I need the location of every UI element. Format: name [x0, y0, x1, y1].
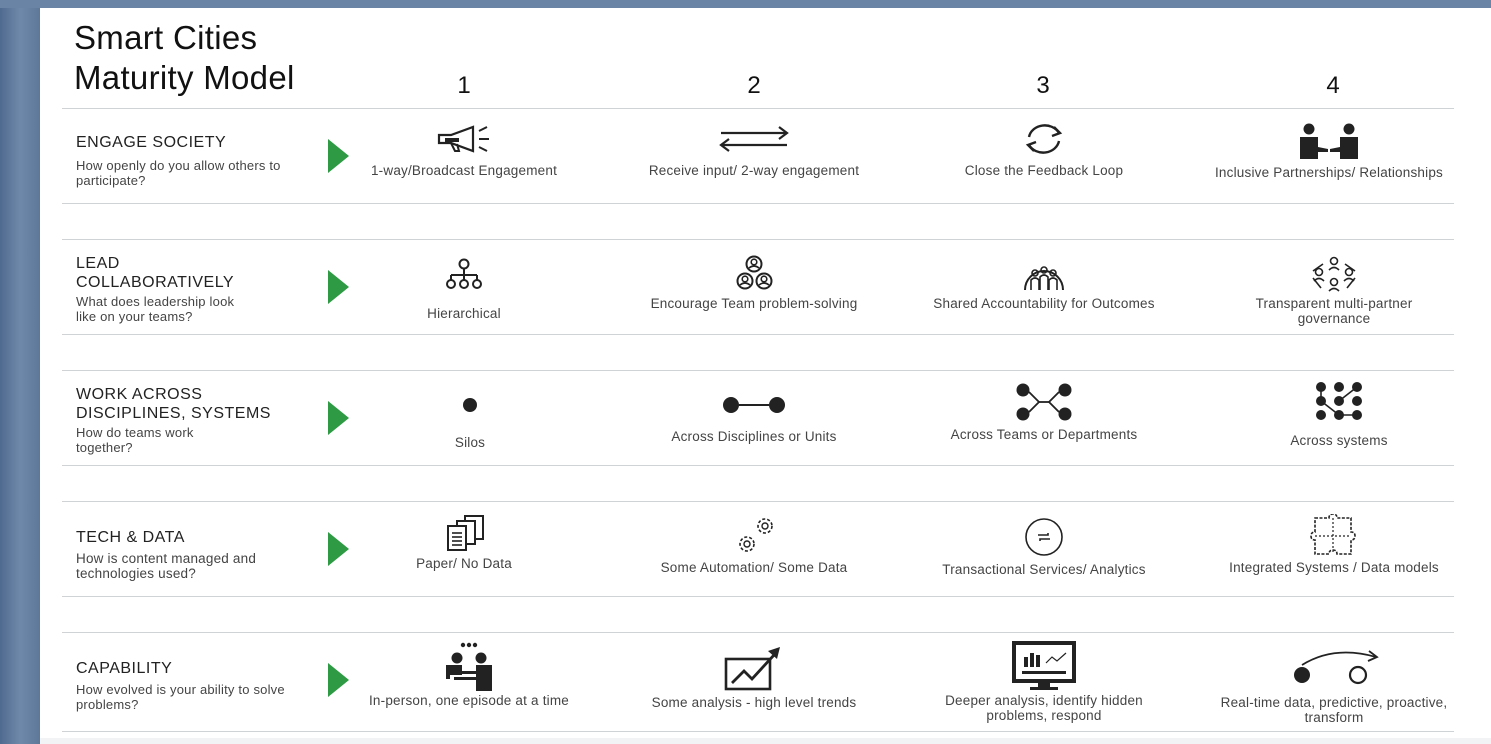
trend-chart-icon: [724, 647, 780, 691]
circle-transaction-icon: [1025, 518, 1063, 556]
cell-label: Some Automation/ Some Data: [660, 560, 848, 575]
title-line-2: Maturity Model: [74, 59, 295, 96]
row-question: How openly do you allow others to partic…: [76, 158, 281, 188]
cell-label: Encourage Team problem-solving: [650, 296, 858, 311]
row-lead-collaboratively: LEAD COLLABORATIVELY What does leadershi…: [62, 239, 1454, 335]
handshake-people-icon: [1300, 123, 1358, 159]
dot-arc-arrow-icon: [1294, 650, 1379, 685]
cell-label: Integrated Systems / Data models: [1229, 560, 1439, 575]
two-dots-icon: [723, 397, 785, 413]
single-dot-icon: [463, 398, 477, 412]
bottom-strip: [40, 738, 1491, 744]
row-question: What does leadership look like on your t…: [76, 294, 235, 324]
row-engage-society: ENGAGE SOCIETY How openly do you allow o…: [62, 108, 1454, 204]
four-dots-cross-icon: [1016, 383, 1072, 421]
row-question: How evolved is your ability to solve pro…: [76, 682, 285, 712]
cell-label: Across Teams or Departments: [950, 427, 1138, 442]
cell-label: Shared Accountability for Outcomes: [933, 296, 1155, 311]
green-arrow-icon: [328, 139, 349, 173]
cell-label: Paper/ No Data: [416, 556, 512, 571]
cell-level-4: Real-time data, predictive, proactive, t…: [1219, 643, 1449, 725]
row-header: ENGAGE SOCIETY How openly do you allow o…: [76, 133, 316, 188]
row-title: ENGAGE SOCIETY: [76, 134, 227, 151]
row-question: How do teams work together?: [76, 425, 194, 455]
cell-label: Deeper analysis, identify hidden problem…: [945, 693, 1143, 723]
cell-level-3: Close the Feedback Loop: [929, 121, 1159, 178]
team-group-icon: [736, 255, 773, 290]
level-4-header: 4: [1326, 72, 1340, 99]
row-header: CAPABILITY How evolved is your ability t…: [76, 659, 316, 712]
row-work-across-disciplines: WORK ACROSS DISCIPLINES, SYSTEMS How do …: [62, 370, 1454, 466]
green-arrow-icon: [328, 532, 349, 566]
dot-network-icon: [1316, 382, 1362, 420]
cell-level-4: Across systems: [1224, 381, 1454, 448]
cell-label: Some analysis - high level trends: [651, 695, 857, 710]
cell-level-2: Receive input/ 2-way engagement: [639, 121, 869, 178]
two-way-arrows-icon: [719, 126, 789, 152]
cell-level-4: Integrated Systems / Data models: [1219, 514, 1449, 575]
cell-label: 1-way/Broadcast Engagement: [370, 163, 558, 178]
cell-level-3: Across Teams or Departments: [929, 383, 1159, 442]
meeting-people-icon: [446, 642, 492, 691]
row-capability: CAPABILITY How evolved is your ability t…: [62, 632, 1454, 732]
row-tech-and-data: TECH & DATA How is content managed and t…: [62, 501, 1454, 597]
cell-label: Close the Feedback Loop: [964, 163, 1124, 178]
maturity-model-panel: Smart Cities Maturity Model 1 2 3 4 ENGA…: [40, 8, 1491, 744]
network-people-icon: [1312, 256, 1356, 292]
documents-icon: [447, 515, 484, 551]
megaphone-icon: [437, 125, 489, 153]
cell-level-3: Shared Accountability for Outcomes: [929, 254, 1159, 311]
cell-label: Across systems: [1290, 433, 1388, 448]
row-header: TECH & DATA How is content managed and t…: [76, 528, 316, 581]
green-arrow-icon: [328, 663, 349, 697]
gears-icon: [739, 518, 773, 552]
level-1-header: 1: [457, 72, 471, 99]
row-question: How is content managed and technologies …: [76, 551, 257, 581]
row-title: LEAD COLLABORATIVELY: [76, 255, 235, 291]
row-title: CAPABILITY: [76, 660, 173, 677]
cell-label: Inclusive Partnerships/ Relationships: [1214, 165, 1443, 180]
cell-level-1: In-person, one episode at a time: [354, 641, 584, 708]
cell-level-1: Hierarchical: [349, 256, 579, 321]
cell-label: Transactional Services/ Analytics: [942, 562, 1146, 577]
level-2-header: 2: [747, 72, 761, 99]
cell-level-1: 1-way/Broadcast Engagement: [349, 121, 579, 178]
green-arrow-icon: [328, 270, 349, 304]
cycle-arrows-icon: [1025, 124, 1063, 154]
cell-level-4: Inclusive Partnerships/ Relationships: [1214, 121, 1444, 180]
cell-level-3: Transactional Services/ Analytics: [929, 516, 1159, 577]
page-title: Smart Cities Maturity Model: [74, 18, 295, 98]
cell-level-2: Encourage Team problem-solving: [639, 254, 869, 311]
row-title: WORK ACROSS DISCIPLINES, SYSTEMS: [76, 386, 271, 422]
row-header: LEAD COLLABORATIVELY What does leadershi…: [76, 254, 316, 324]
cell-level-2: Across Disciplines or Units: [639, 389, 869, 444]
top-bar: [0, 0, 1491, 8]
cell-label: Across Disciplines or Units: [671, 429, 837, 444]
cell-level-3: Deeper analysis, identify hidden problem…: [929, 641, 1159, 723]
cell-label: Receive input/ 2-way engagement: [648, 163, 860, 178]
hierarchy-icon: [446, 258, 482, 289]
cell-level-4: Transparent multi-partner governance: [1219, 254, 1449, 326]
title-line-1: Smart Cities: [74, 19, 258, 56]
cell-label: Transparent multi-partner governance: [1255, 296, 1413, 326]
cell-level-2: Some analysis - high level trends: [639, 643, 869, 710]
row-title: TECH & DATA: [76, 529, 185, 546]
cell-label: Hierarchical: [427, 306, 501, 321]
shared-team-icon: [1024, 266, 1064, 291]
green-arrow-icon: [328, 401, 349, 435]
cell-level-1: Silos: [355, 389, 585, 450]
puzzle-icon: [1310, 514, 1356, 555]
cell-label: In-person, one episode at a time: [368, 693, 570, 708]
monitor-analytics-icon: [1012, 641, 1076, 690]
cell-label: Silos: [454, 435, 486, 450]
cell-level-1: Paper/ No Data: [349, 514, 579, 571]
row-header: WORK ACROSS DISCIPLINES, SYSTEMS How do …: [76, 385, 316, 455]
cell-level-2: Some Automation/ Some Data: [639, 514, 869, 575]
level-3-header: 3: [1036, 72, 1050, 99]
cell-label: Real-time data, predictive, proactive, t…: [1220, 695, 1448, 725]
